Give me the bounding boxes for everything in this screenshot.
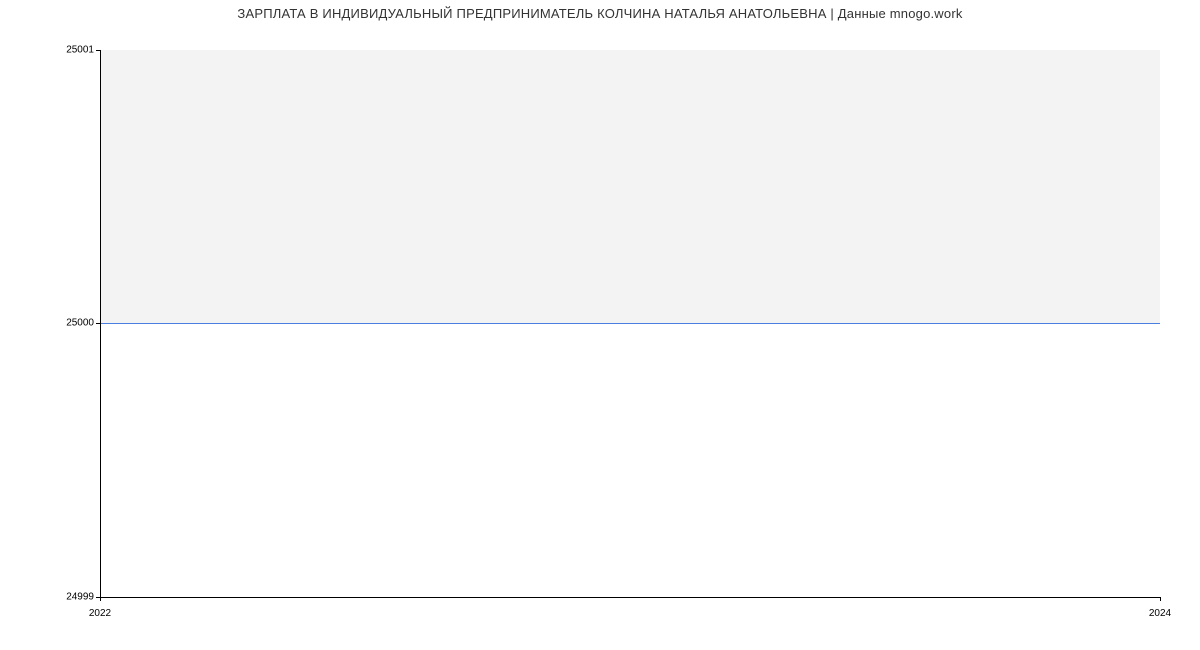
chart-title: ЗАРПЛАТА В ИНДИВИДУАЛЬНЫЙ ПРЕДПРИНИМАТЕЛ…: [0, 6, 1200, 21]
y-tick-mark: [96, 50, 100, 51]
y-tick-mark: [96, 323, 100, 324]
y-tick-label: 25001: [14, 45, 94, 56]
x-axis: [100, 597, 1160, 598]
fill-upper: [100, 50, 1160, 324]
y-axis: [100, 50, 101, 597]
x-tick-label: 2024: [1149, 608, 1171, 619]
chart-canvas: ЗАРПЛАТА В ИНДИВИДУАЛЬНЫЙ ПРЕДПРИНИМАТЕЛ…: [0, 0, 1200, 650]
x-tick-mark: [1160, 597, 1161, 601]
y-tick-label: 24999: [14, 592, 94, 603]
series-line: [100, 323, 1160, 324]
plot-area: [100, 50, 1160, 597]
y-tick-label: 25000: [14, 318, 94, 329]
fill-lower: [100, 324, 1160, 598]
x-tick-label: 2022: [89, 608, 111, 619]
x-tick-mark: [100, 597, 101, 601]
